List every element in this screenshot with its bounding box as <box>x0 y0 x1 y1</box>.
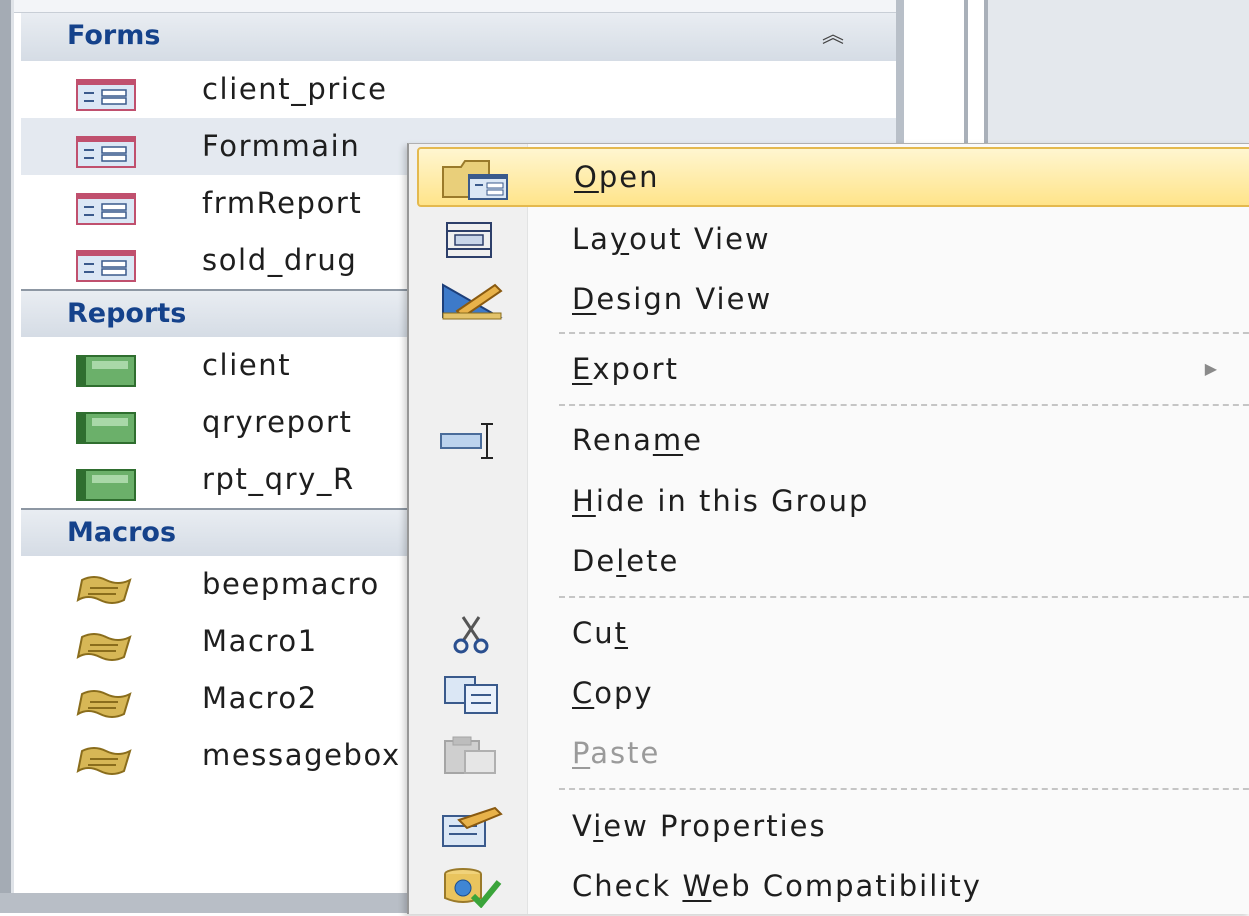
nav-item-label: Formmain <box>202 129 361 163</box>
menu-item-label: View Properties <box>572 809 827 843</box>
report-icon <box>76 349 136 387</box>
form-icon <box>76 73 136 111</box>
nav-item-label: beepmacro <box>202 567 380 601</box>
nav-item-label: client_price <box>202 72 388 106</box>
nav-pane-left-border <box>0 0 11 913</box>
menu-item-label: Delete <box>572 544 680 578</box>
group-title-macros: Macros <box>67 517 177 548</box>
macro-icon <box>76 739 136 775</box>
macro-icon <box>76 682 136 718</box>
menu-item-open[interactable]: Open <box>417 147 1249 207</box>
menu-item-layout-view[interactable]: Layout View <box>409 209 1249 269</box>
form-icon <box>76 130 136 168</box>
menu-separator <box>559 332 1249 334</box>
nav-item-form[interactable]: client_price <box>21 61 896 118</box>
macro-icon <box>76 625 136 661</box>
properties-icon <box>437 806 509 848</box>
nav-item-label: qryreport <box>202 405 353 439</box>
paste-icon <box>437 733 509 775</box>
nav-item-label: Macro2 <box>202 681 318 715</box>
menu-item-paste: Paste <box>409 723 1249 783</box>
submenu-arrow-icon: ▶ <box>1204 359 1217 378</box>
menu-item-export[interactable]: Export ▶ <box>409 339 1249 399</box>
menu-item-rename[interactable]: Rename <box>409 410 1249 470</box>
web-compatibility-icon <box>437 866 509 909</box>
context-menu: Open Layout View Design View Export ▶ Re… <box>407 143 1249 914</box>
menu-item-label: Design View <box>572 282 773 316</box>
macro-icon <box>76 568 136 604</box>
form-icon <box>76 244 136 282</box>
menu-item-label: Rename <box>572 423 703 457</box>
nav-item-label: frmReport <box>202 186 363 220</box>
nav-item-label: sold_drug <box>202 243 358 277</box>
menu-item-copy[interactable]: Copy <box>409 663 1249 723</box>
menu-item-design-view[interactable]: Design View <box>409 269 1249 329</box>
double-chevron-up-icon[interactable]: ︽ <box>822 13 844 59</box>
menu-item-check-web-compat[interactable]: Check Web Compatibility <box>409 856 1249 916</box>
menu-separator <box>559 404 1249 406</box>
nav-item-label: Macro1 <box>202 624 318 658</box>
menu-item-label: Check Web Compatibility <box>572 869 982 903</box>
menu-item-view-properties[interactable]: View Properties <box>409 796 1249 856</box>
nav-item-label: rpt_qry_R <box>202 462 355 496</box>
layout-view-icon <box>437 219 509 261</box>
rename-icon <box>437 420 509 462</box>
report-icon <box>76 463 136 501</box>
menu-item-label: Open <box>574 160 660 194</box>
report-icon <box>76 406 136 444</box>
menu-item-label: Layout View <box>572 222 771 256</box>
menu-item-label: Copy <box>572 676 654 710</box>
nav-item-label: messagebox <box>202 738 401 772</box>
nav-item-label: client <box>202 348 292 382</box>
nav-pane-left-border-inner <box>11 0 14 913</box>
menu-item-delete[interactable]: Delete <box>409 531 1249 591</box>
menu-item-cut[interactable]: Cut <box>409 603 1249 663</box>
group-title-forms: Forms <box>67 20 161 51</box>
copy-icon <box>437 673 509 715</box>
group-header-forms[interactable]: Forms ︽ <box>21 13 896 61</box>
design-view-icon <box>437 279 509 321</box>
form-icon <box>76 187 136 225</box>
menu-item-label: Paste <box>572 736 661 770</box>
menu-item-label: Hide in this Group <box>572 484 870 518</box>
scissors-icon <box>437 613 509 655</box>
menu-separator <box>559 788 1249 790</box>
menu-item-label: Cut <box>572 616 629 650</box>
document-tab-area <box>988 0 1249 144</box>
menu-separator <box>559 596 1249 598</box>
group-title-reports: Reports <box>67 298 187 329</box>
menu-item-label: Export <box>572 352 679 386</box>
open-form-icon <box>439 157 511 200</box>
menu-item-hide-in-group[interactable]: Hide in this Group <box>409 471 1249 531</box>
nav-pane-top-border <box>14 0 904 13</box>
